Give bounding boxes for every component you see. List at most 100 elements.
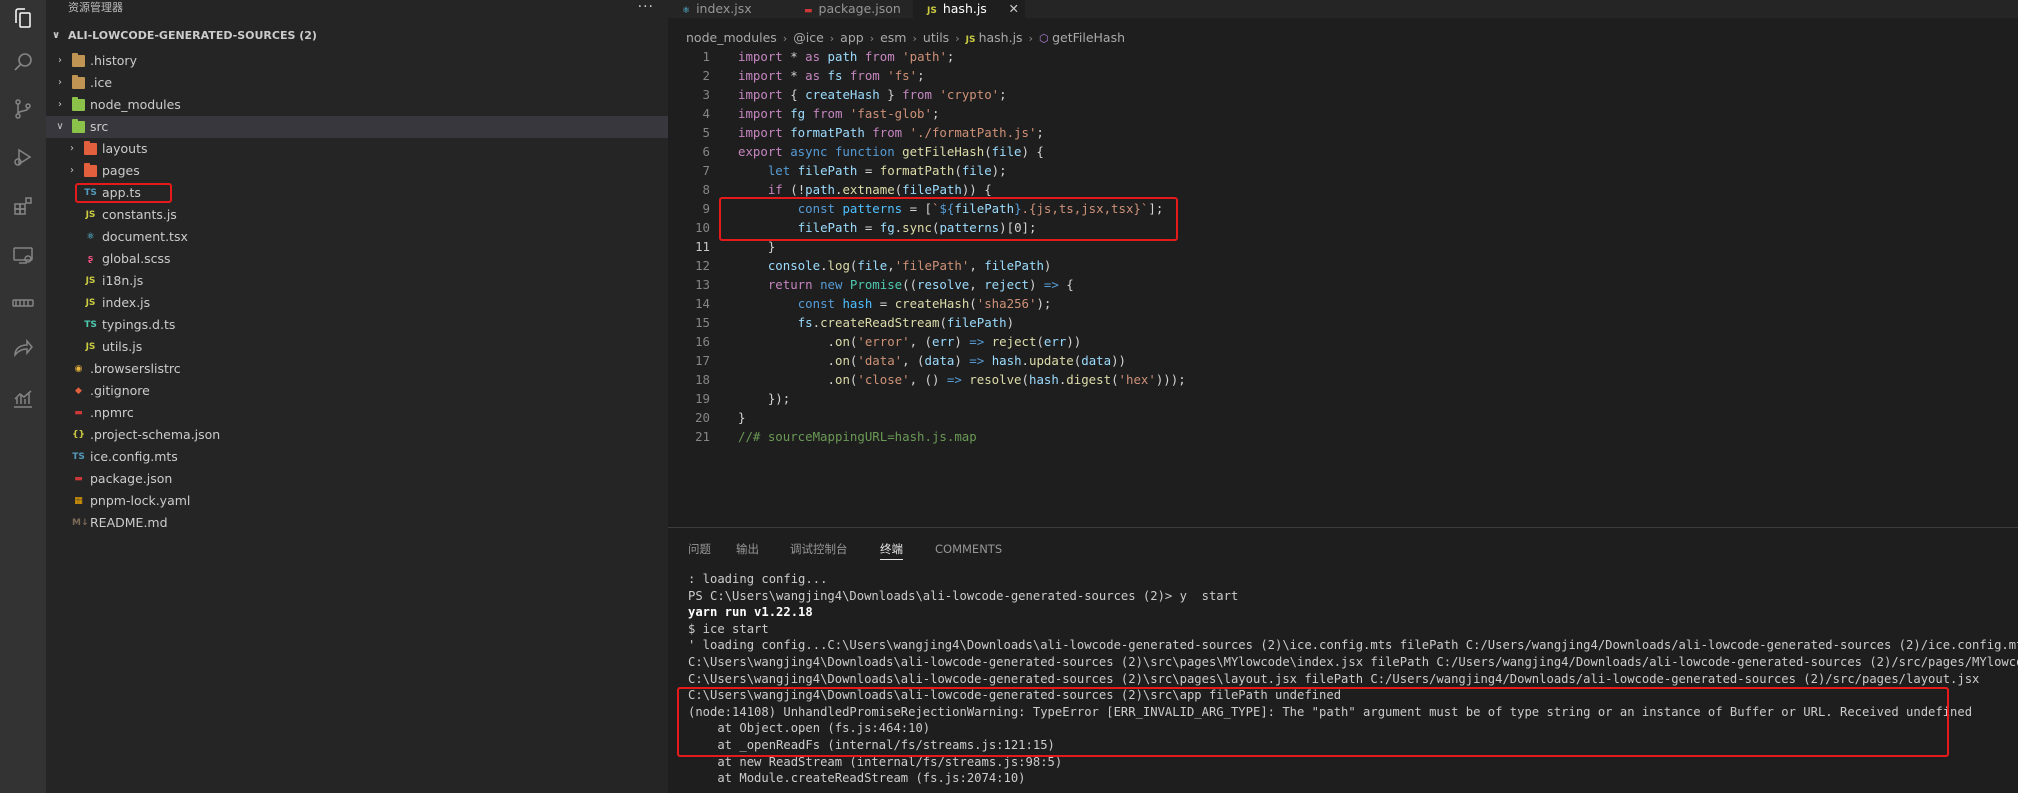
code-line: 3 import { createHash } from 'crypto'; xyxy=(668,85,2018,104)
tree-item-label: .project-schema.json xyxy=(90,427,221,442)
code-token: createReadStream xyxy=(820,315,940,330)
code-token: filePath xyxy=(797,163,865,178)
breadcrumb-item[interactable]: utils xyxy=(923,30,949,45)
line-number: 7 xyxy=(702,163,710,178)
chart-icon[interactable] xyxy=(11,387,35,411)
extensions-icon[interactable] xyxy=(11,194,35,218)
code-line: 6 export async function getFileHash(file)… xyxy=(668,142,2018,161)
code-token: fs xyxy=(797,315,813,330)
tree-item[interactable]: TS typings.d.ts xyxy=(46,314,668,336)
close-icon[interactable]: ✕ xyxy=(1009,0,1019,17)
code-token: ( xyxy=(1021,372,1029,387)
code-token: , () xyxy=(909,372,947,387)
code-token: 'data' xyxy=(857,353,903,368)
tree-item[interactable]: › pages xyxy=(46,160,668,182)
code-token: * xyxy=(790,68,806,83)
tree-item[interactable]: ▬ .npmrc xyxy=(46,402,668,424)
tree-item[interactable]: › .history xyxy=(46,50,668,72)
code-token: 'crypto' xyxy=(939,87,1000,102)
tree-item[interactable]: M↓ README.md xyxy=(46,512,668,534)
tree-item[interactable]: TS app.ts xyxy=(46,182,668,204)
scss-icon: ʂ xyxy=(87,254,94,264)
code-token: => xyxy=(946,372,970,387)
terminal-line: at Object.open (fs.js:464:10) xyxy=(688,721,931,736)
tree-item-label: .browserslistrc xyxy=(90,361,181,376)
code-editor[interactable]: 1 import * as path from 'path'; 2 import * … xyxy=(668,47,2018,527)
code-line: 19 }); xyxy=(668,389,2018,408)
tree-item[interactable]: ʂ global.scss xyxy=(46,248,668,270)
timeline-icon[interactable] xyxy=(11,291,35,315)
more-actions-button[interactable]: ··· xyxy=(638,0,654,15)
code-token: ) xyxy=(1006,315,1015,330)
panel-tab[interactable]: 调试控制台 xyxy=(790,541,848,557)
code-line: 2 import * as fs from 'fs'; xyxy=(668,66,2018,85)
panel-tab[interactable]: 终端 xyxy=(880,541,903,560)
tree-item[interactable]: ◆ .gitignore xyxy=(46,380,668,402)
chevron-right-icon: › xyxy=(70,143,74,154)
tree-item-label: app.ts xyxy=(102,185,141,200)
tree-item[interactable]: JS utils.js xyxy=(46,336,668,358)
live-share-icon[interactable] xyxy=(11,337,35,361)
code-text: }); xyxy=(738,389,790,408)
run-debug-icon[interactable] xyxy=(11,145,35,169)
tree-item[interactable]: ▬ package.json xyxy=(46,468,668,490)
code-token: ( xyxy=(1036,334,1044,349)
tree-item[interactable]: JS index.js xyxy=(46,292,668,314)
panel-tab[interactable]: 问题 xyxy=(688,541,711,557)
code-token: ; xyxy=(931,106,940,121)
remote-explorer-icon[interactable] xyxy=(11,243,35,267)
breadcrumb-item[interactable]: @ice xyxy=(793,30,824,45)
tree-item[interactable]: TS ice.config.mts xyxy=(46,446,668,468)
tree-item-label: constants.js xyxy=(102,207,177,222)
line-number: 15 xyxy=(695,315,710,330)
code-token: 'close' xyxy=(857,372,910,387)
tree-item[interactable]: ⚛ document.tsx xyxy=(46,226,668,248)
editor-tab[interactable]: ⚛ index.jsx xyxy=(668,0,790,18)
tree-item[interactable]: › node_modules xyxy=(46,94,668,116)
tree-item[interactable]: › layouts xyxy=(46,138,668,160)
code-token: export xyxy=(738,144,791,159)
breadcrumb-item[interactable]: esm xyxy=(880,30,906,45)
panel-tab[interactable]: COMMENTS xyxy=(935,541,1002,557)
panel-tab[interactable]: 输出 xyxy=(736,541,759,557)
activity-bar xyxy=(0,0,46,793)
breadcrumb-item[interactable]: hash.js xyxy=(979,30,1023,45)
tree-item[interactable]: ∨ src xyxy=(46,116,668,138)
tree-item[interactable]: JS constants.js xyxy=(46,204,668,226)
code-token: } xyxy=(738,239,776,254)
code-token: hash xyxy=(842,296,880,311)
code-token: file xyxy=(961,163,992,178)
code-token: , xyxy=(887,258,895,273)
workspace-section-header[interactable]: ∨ ALI-LOWCODE-GENERATED-SOURCES (2) xyxy=(46,27,668,45)
files-icon[interactable] xyxy=(11,6,35,30)
tree-item[interactable]: ◉ .browserslistrc xyxy=(46,358,668,380)
pnpm-icon: ▦ xyxy=(74,496,83,506)
line-number: 14 xyxy=(695,296,710,311)
source-control-icon[interactable] xyxy=(11,97,35,121)
code-token: . xyxy=(738,334,835,349)
breadcrumb-item[interactable]: app xyxy=(840,30,864,45)
breadcrumb-item[interactable]: getFileHash xyxy=(1052,30,1125,45)
terminal-line: (node:14108) UnhandledPromiseRejectionWa… xyxy=(688,704,1973,719)
code-token: 'error' xyxy=(857,334,910,349)
tree-item[interactable]: › .ice xyxy=(46,72,668,94)
code-token: log xyxy=(827,258,850,273)
breadcrumb-item[interactable]: node_modules xyxy=(686,30,777,45)
folder-icon xyxy=(72,53,85,67)
code-token: . xyxy=(738,372,835,387)
code-token: ${ xyxy=(939,201,955,216)
code-token: ( xyxy=(969,296,977,311)
terminal-line: C:\Users\wangjing4\Downloads\ali-lowcode… xyxy=(688,688,1342,703)
tree-item[interactable]: ▦ pnpm-lock.yaml xyxy=(46,490,668,512)
tree-item[interactable]: JS i18n.js xyxy=(46,270,668,292)
typescript-icon: TS xyxy=(72,452,85,462)
search-icon[interactable] xyxy=(11,50,35,74)
code-token: ; xyxy=(917,68,925,83)
editor-tab[interactable]: ▬ package.json xyxy=(790,0,913,18)
line-number: 12 xyxy=(695,258,710,273)
folder-icon xyxy=(72,119,85,133)
code-text: } xyxy=(738,237,775,256)
tree-item[interactable]: {} .project-schema.json xyxy=(46,424,668,446)
editor-tab[interactable]: JS hash.js ✕ xyxy=(913,0,1025,18)
